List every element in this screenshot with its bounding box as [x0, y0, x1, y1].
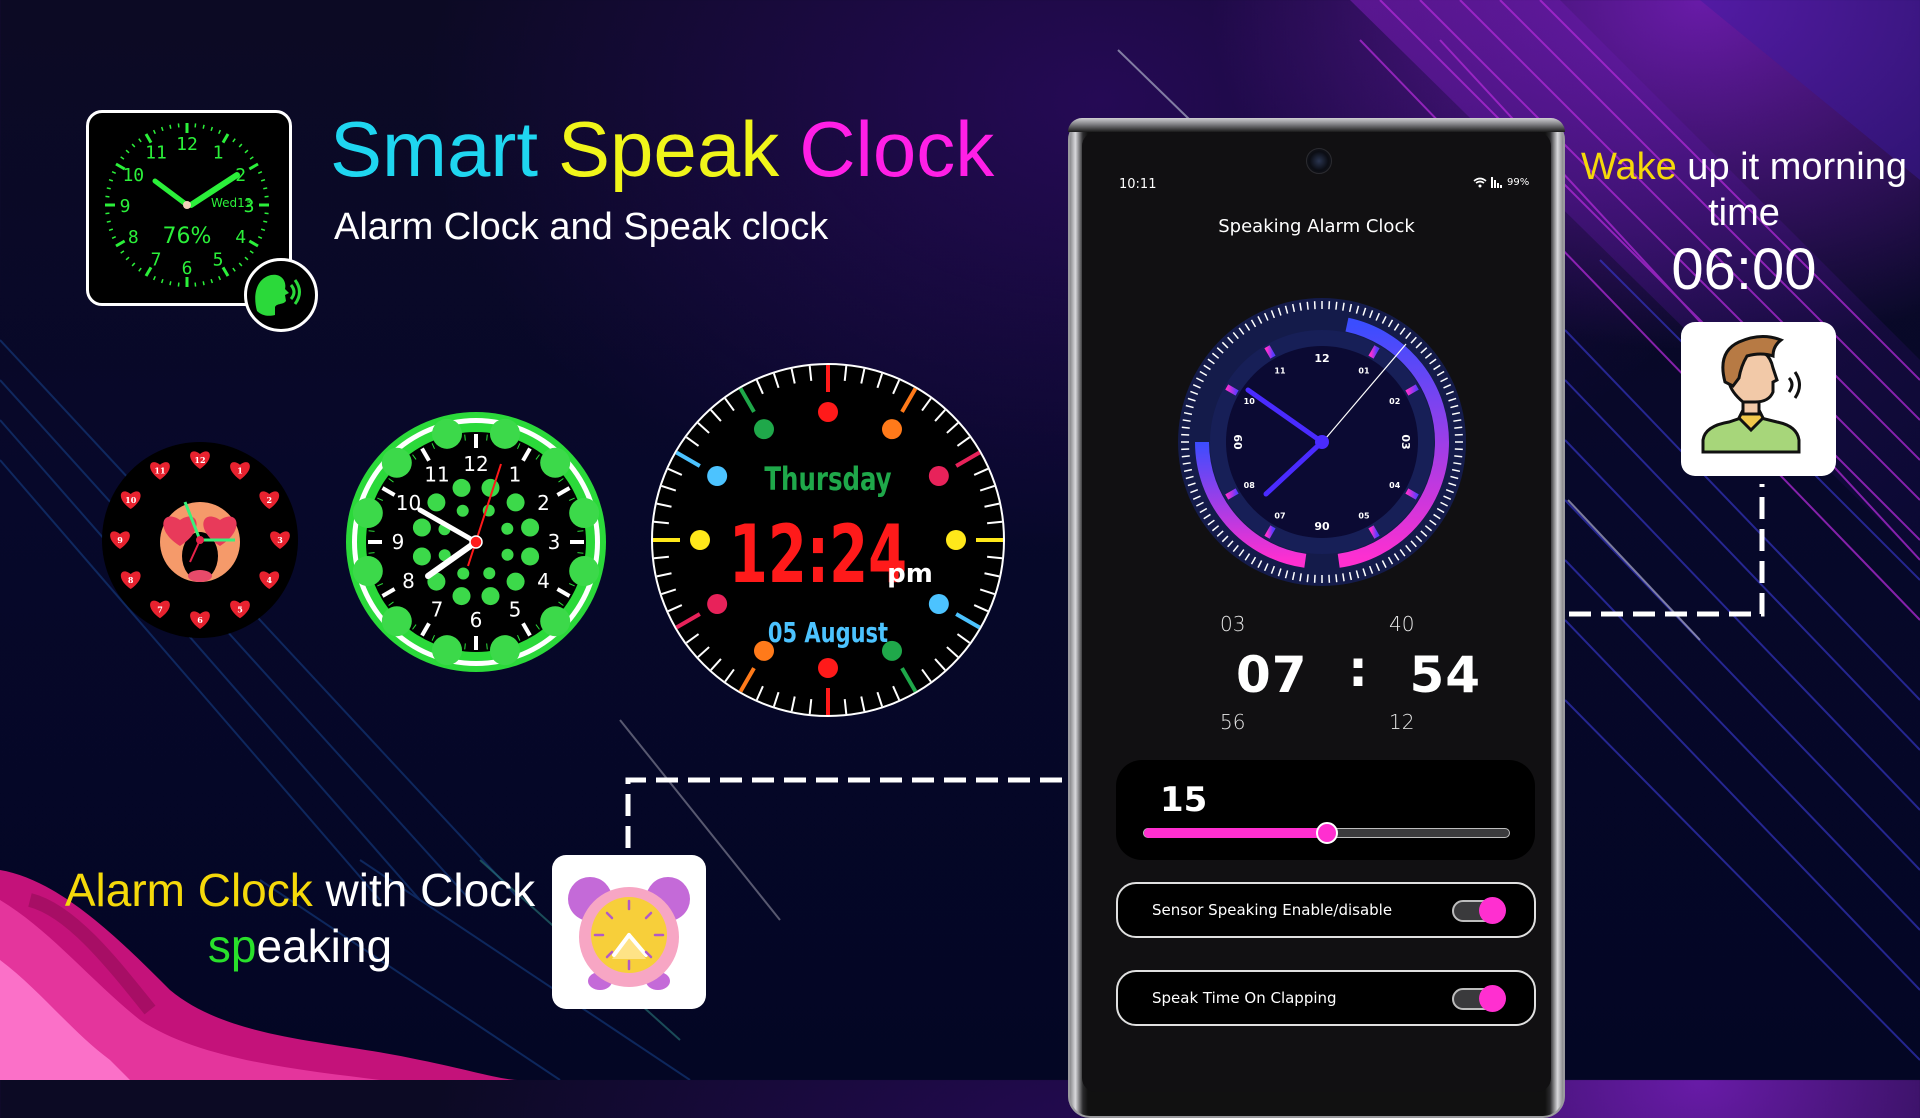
alarm-clock-card	[552, 855, 706, 1009]
clapping-toggle[interactable]	[1452, 988, 1502, 1010]
speaking-person-card	[1681, 322, 1836, 476]
wake-rest: up it morning	[1677, 146, 1907, 188]
clock-label: 02	[1389, 397, 1400, 406]
toggle-label: Speak Time On Clapping	[1152, 989, 1337, 1007]
toggle-knob	[1479, 897, 1506, 924]
alarm-highlight: Alarm Clock	[65, 864, 313, 916]
minute-prev[interactable]: 40	[1389, 612, 1414, 636]
clock-label: 05	[1358, 512, 1370, 521]
signal-icon	[1491, 177, 1503, 188]
alarm-callout-text: Alarm Clock with Clock speaking	[40, 862, 560, 974]
clock-label: 04	[1389, 481, 1401, 490]
toggle-row-sensor-speaking[interactable]: Sensor Speaking Enable/disable	[1116, 882, 1536, 938]
clock-label: 11	[1274, 366, 1286, 375]
wifi-icon	[1473, 177, 1487, 188]
time-separator: :	[1348, 640, 1369, 698]
analog-alarm-clock: 12 01 02 03 04 05 06 07 08 09 10 11	[1176, 296, 1468, 588]
tick	[1336, 302, 1337, 310]
toggle-label: Sensor Speaking Enable/disable	[1152, 901, 1392, 919]
slider-value: 15	[1160, 780, 1207, 820]
wake-highlight: Wake	[1581, 146, 1677, 188]
clock-label: 12	[1314, 352, 1329, 365]
status-bar-time: 10:11	[1119, 177, 1156, 192]
wake-time: 06:00	[1568, 236, 1920, 303]
status-bar-icons: 99%	[1473, 177, 1529, 188]
tick	[1454, 427, 1462, 428]
clock-label: 07	[1274, 512, 1285, 521]
slider-thumb[interactable]	[1316, 822, 1338, 844]
wake-line2: time	[1708, 192, 1780, 234]
alarm-line2-rest: eaking	[257, 920, 393, 972]
slider-fill	[1144, 828, 1327, 838]
clock-label: 10	[1244, 397, 1256, 406]
alarm-time-picker[interactable]: 07 : 54	[1236, 646, 1481, 704]
battery-percent: 99%	[1507, 177, 1529, 188]
clock-label: 09	[1232, 434, 1245, 449]
minute-selected[interactable]: 54	[1409, 646, 1481, 704]
hour-next[interactable]: 56	[1220, 710, 1245, 734]
toggle-row-speak-on-clapping[interactable]: Speak Time On Clapping	[1116, 970, 1536, 1026]
front-camera	[1306, 148, 1332, 174]
alarm-rest: with Clock	[313, 864, 535, 916]
wake-callout-text: Wake up it morning time	[1568, 144, 1920, 236]
tick	[1454, 456, 1462, 457]
tick	[1182, 456, 1190, 457]
clock-label: 08	[1244, 481, 1256, 490]
minute-next[interactable]: 12	[1389, 710, 1414, 734]
clock-label: 06	[1314, 519, 1330, 532]
hand-pivot	[1315, 435, 1329, 449]
clock-label: 03	[1399, 434, 1412, 449]
alarm-line2-highlight: sp	[208, 920, 257, 972]
tick	[1182, 427, 1190, 428]
tick	[1307, 574, 1308, 582]
hour-prev[interactable]: 03	[1220, 612, 1245, 636]
alarm-clock-icon	[552, 855, 706, 1009]
clock-label: 01	[1358, 366, 1370, 375]
toggle-knob	[1479, 985, 1506, 1012]
tick	[1307, 302, 1308, 310]
speaking-person-icon	[1681, 322, 1836, 476]
app-title: Speaking Alarm Clock	[1082, 216, 1551, 237]
sensor-speaking-toggle[interactable]	[1452, 900, 1502, 922]
phone-screen	[1082, 132, 1551, 1092]
volume-slider[interactable]	[1143, 828, 1510, 838]
hour-selected[interactable]: 07	[1236, 646, 1308, 704]
tick	[1336, 574, 1337, 582]
